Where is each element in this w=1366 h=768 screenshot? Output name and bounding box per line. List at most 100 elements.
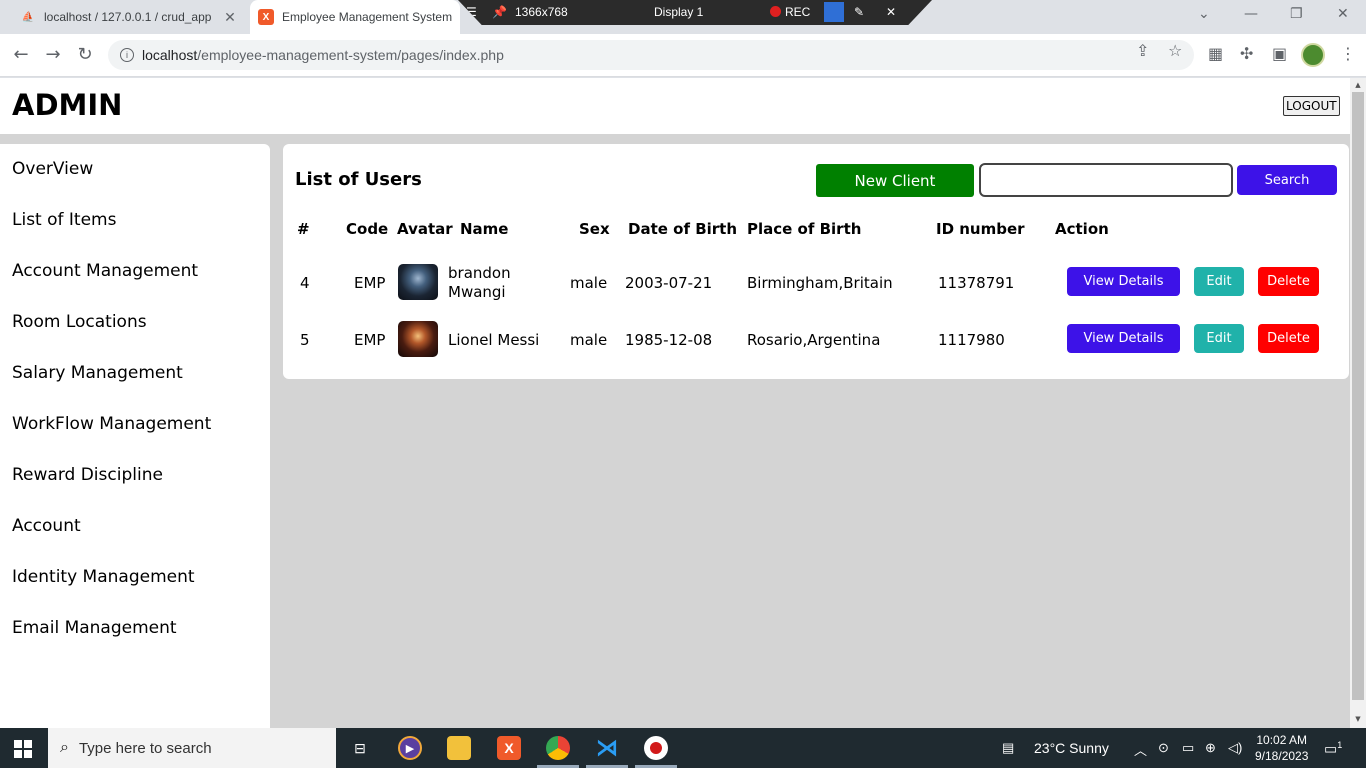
reload-icon[interactable]: ↻ xyxy=(74,44,96,65)
menu-icon[interactable]: ☰ xyxy=(466,5,477,19)
sidebar-item-reward-discipline[interactable]: Reward Discipline xyxy=(12,465,163,485)
camera-icon xyxy=(824,2,844,22)
back-icon[interactable]: ← xyxy=(10,44,32,65)
pin-icon[interactable]: 📌 xyxy=(492,5,507,19)
site-info-icon[interactable]: i xyxy=(120,48,134,62)
sidebar-item-email-management[interactable]: Email Management xyxy=(12,618,177,638)
row-place-of-birth: Rosario,Argentina xyxy=(747,331,881,349)
weather-text[interactable]: 23°C Sunny xyxy=(1034,740,1109,756)
sidebar-item-room-locations[interactable]: Room Locations xyxy=(12,312,147,332)
new-client-button[interactable]: New Client xyxy=(816,164,974,197)
sidebar-item-identity-management[interactable]: Identity Management xyxy=(12,567,195,587)
xampp-icon[interactable]: X xyxy=(497,736,521,760)
delete-button[interactable]: Delete xyxy=(1258,267,1319,296)
sidebar-item-workflow-management[interactable]: WorkFlow Management xyxy=(12,414,211,434)
battery-icon[interactable]: ▭ xyxy=(1182,740,1194,756)
column-header-avatar: Avatar xyxy=(397,220,453,238)
brand-title: ADMIN xyxy=(12,88,123,122)
column-header-name: Name xyxy=(460,220,509,238)
sidebar-item-account-management[interactable]: Account Management xyxy=(12,261,198,281)
record-icon xyxy=(770,6,781,17)
notification-count: 1 xyxy=(1337,740,1343,750)
scrollbar-thumb[interactable] xyxy=(1352,92,1364,700)
tab-employee-management[interactable]: X Employee Management System xyxy=(250,0,460,34)
avatar xyxy=(398,321,438,357)
scroll-up-arrow-icon[interactable]: ▲ xyxy=(1350,81,1366,89)
taskbar-clock[interactable]: 10:02 AM 9/18/2023 xyxy=(1255,732,1308,764)
network-icon[interactable]: ⊕ xyxy=(1205,740,1216,756)
users-panel: List of Users New Client Search # Code A… xyxy=(283,144,1349,379)
search-button[interactable]: Search xyxy=(1237,165,1337,195)
logout-button[interactable]: LOGOUT xyxy=(1283,96,1340,116)
column-header-date-of-birth: Date of Birth xyxy=(628,220,738,238)
share-icon[interactable]: ⇪ xyxy=(1136,41,1149,60)
minimize-icon[interactable]: — xyxy=(1244,6,1258,22)
url-host: localhost xyxy=(142,47,198,63)
row-number: 4 xyxy=(300,274,310,292)
close-icon[interactable]: ✕ xyxy=(886,5,896,19)
camera-icon[interactable]: ⊙ xyxy=(1158,740,1169,756)
bookmark-star-icon[interactable]: ☆ xyxy=(1168,41,1182,60)
column-header-code: Code xyxy=(346,220,389,238)
address-bar[interactable]: i localhost/employee-management-system/p… xyxy=(108,40,1194,70)
restore-icon[interactable]: ❐ xyxy=(1290,6,1303,22)
vscode-icon[interactable]: ⋊ xyxy=(595,735,619,760)
sidebar-item-salary-management[interactable]: Salary Management xyxy=(12,363,183,383)
tab-search-icon[interactable]: ⌄ xyxy=(1198,6,1210,22)
row-code: EMP xyxy=(354,331,386,349)
column-header-number: # xyxy=(297,220,310,238)
view-details-button[interactable]: View Details xyxy=(1067,267,1180,296)
column-header-id-number: ID number xyxy=(936,220,1025,238)
edit-button[interactable]: Edit xyxy=(1194,267,1244,296)
close-tab-icon[interactable]: ✕ xyxy=(222,9,238,26)
sidebar-item-list-of-items[interactable]: List of Items xyxy=(12,210,116,230)
taskbar-search-box[interactable]: ⌕ Type here to search xyxy=(48,728,336,768)
weather-icon[interactable]: ▤ xyxy=(1002,740,1014,756)
row-id-number: 11378791 xyxy=(938,274,1015,292)
phpmyadmin-icon: ⛵ xyxy=(21,11,35,23)
view-details-button[interactable]: View Details xyxy=(1067,324,1180,353)
tab-title: Employee Management System xyxy=(282,10,452,24)
media-player-icon[interactable]: ▶ xyxy=(398,736,422,760)
windows-start-icon[interactable] xyxy=(14,740,32,758)
avatar xyxy=(398,264,438,300)
page-scrollbar[interactable]: ▲ ▼ xyxy=(1350,78,1366,728)
rec-button[interactable]: REC xyxy=(770,5,810,19)
taskbar-search-placeholder: Type here to search xyxy=(78,739,212,757)
search-input[interactable] xyxy=(979,163,1233,197)
scroll-down-arrow-icon[interactable]: ▼ xyxy=(1350,715,1366,723)
edit-button[interactable]: Edit xyxy=(1194,324,1244,353)
windows-taskbar: ⌕ Type here to search ⊟ ▶ X ⋊ ▤ 23°C Sun… xyxy=(0,728,1366,768)
xampp-icon: X xyxy=(258,9,274,25)
tray-overflow-icon[interactable]: ︿ xyxy=(1134,740,1147,759)
profile-avatar[interactable] xyxy=(1301,43,1325,67)
notifications-icon[interactable]: ▭1 xyxy=(1324,740,1342,758)
chrome-icon[interactable] xyxy=(546,736,570,760)
window-close-icon[interactable]: ✕ xyxy=(1337,6,1349,22)
delete-button[interactable]: Delete xyxy=(1258,324,1319,353)
column-header-place-of-birth: Place of Birth xyxy=(747,220,862,238)
volume-icon[interactable]: ◁) xyxy=(1228,740,1242,756)
pen-icon[interactable]: ✎ xyxy=(854,5,864,19)
kebab-menu-icon[interactable]: ⋮ xyxy=(1340,44,1356,63)
clock-date: 9/18/2023 xyxy=(1255,749,1309,763)
tab-phpmyadmin[interactable]: ⛵ localhost / 127.0.0.1 / crud_app / ✕ xyxy=(12,0,248,34)
extension-icon[interactable]: ▦ xyxy=(1208,44,1223,63)
file-explorer-icon[interactable] xyxy=(447,736,471,760)
side-panel-icon[interactable]: ▣ xyxy=(1272,44,1287,63)
task-view-icon[interactable]: ⊟ xyxy=(348,736,372,760)
resolution-label: 1366x768 xyxy=(515,5,568,19)
display-label[interactable]: Display 1 xyxy=(654,5,703,19)
row-id-number: 1117980 xyxy=(938,331,1005,349)
screenshot-button[interactable] xyxy=(824,2,844,22)
forward-icon[interactable]: → xyxy=(42,44,64,65)
recorder-icon[interactable] xyxy=(644,736,668,760)
browser-toolbar: ← → ↻ i localhost/employee-management-sy… xyxy=(0,34,1366,77)
sidebar-item-account[interactable]: Account xyxy=(12,516,81,536)
row-date-of-birth: 2003-07-21 xyxy=(625,274,713,292)
sidebar-item-overview[interactable]: OverView xyxy=(12,159,93,179)
clock-time: 10:02 AM xyxy=(1256,733,1308,747)
sidebar: OverView List of Items Account Managemen… xyxy=(0,144,270,728)
web-page: ADMIN LOGOUT OverView List of Items Acco… xyxy=(0,78,1350,728)
puzzle-extensions-icon[interactable]: ✣ xyxy=(1240,44,1253,63)
